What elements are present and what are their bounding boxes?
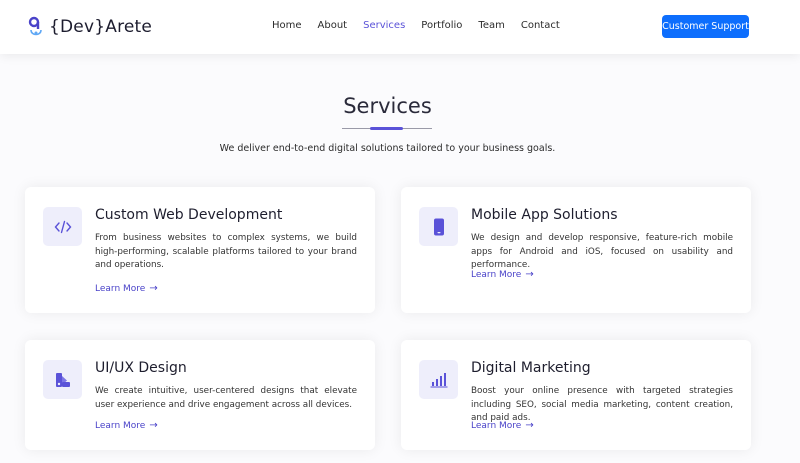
arrow-right-icon: →	[525, 269, 534, 280]
main-nav: Home About Services Portfolio Team Conta…	[272, 20, 576, 31]
card-title: Custom Web Development	[95, 207, 283, 223]
nav-contact[interactable]: Contact	[521, 20, 560, 31]
logo-icon	[28, 16, 42, 36]
nav-about[interactable]: About	[318, 20, 348, 31]
learn-more-link[interactable]: Learn More →	[95, 283, 158, 294]
learn-more-link[interactable]: Learn More →	[471, 420, 534, 431]
nav-services[interactable]: Services	[363, 20, 405, 31]
service-card-web-development: Custom Web Development From business web…	[25, 187, 375, 313]
card-title: UI/UX Design	[95, 360, 187, 376]
arrow-right-icon: →	[525, 420, 534, 431]
bar-chart-icon	[419, 360, 458, 399]
learn-more-label: Learn More	[471, 420, 522, 431]
service-card-mobile-app: Mobile App Solutions We design and devel…	[401, 187, 751, 313]
nav-home[interactable]: Home	[272, 20, 302, 31]
section-subtitle: We deliver end-to-end digital solutions …	[219, 143, 556, 154]
card-title: Mobile App Solutions	[471, 207, 618, 223]
card-description: We design and develop responsive, featur…	[471, 233, 733, 270]
card-description: We create intuitive, user-centered desig…	[95, 386, 357, 410]
card-title: Digital Marketing	[471, 360, 591, 376]
palette-icon	[43, 360, 82, 399]
learn-more-link[interactable]: Learn More →	[471, 269, 534, 280]
card-description: From business websites to complex system…	[95, 233, 357, 270]
customer-support-button[interactable]: Customer Support	[662, 15, 749, 38]
service-card-digital-marketing: Digital Marketing Boost your online pres…	[401, 340, 751, 450]
arrow-right-icon: →	[149, 420, 158, 431]
arrow-right-icon: →	[149, 283, 158, 294]
site-header: {Dev}Arete Home About Services Portfolio…	[0, 0, 800, 54]
service-card-ui-ux: UI/UX Design We create intuitive, user-c…	[25, 340, 375, 450]
learn-more-label: Learn More	[95, 420, 146, 431]
code-icon	[43, 207, 82, 246]
logo[interactable]: {Dev}Arete	[28, 16, 152, 38]
learn-more-label: Learn More	[95, 283, 146, 294]
mobile-icon	[419, 207, 458, 246]
nav-portfolio[interactable]: Portfolio	[421, 20, 462, 31]
logo-text: {Dev}Arete	[49, 17, 153, 37]
learn-more-label: Learn More	[471, 269, 522, 280]
section-title: Services	[343, 94, 432, 118]
nav-team[interactable]: Team	[478, 20, 504, 31]
learn-more-link[interactable]: Learn More →	[95, 420, 158, 431]
title-divider-accent	[370, 127, 403, 130]
